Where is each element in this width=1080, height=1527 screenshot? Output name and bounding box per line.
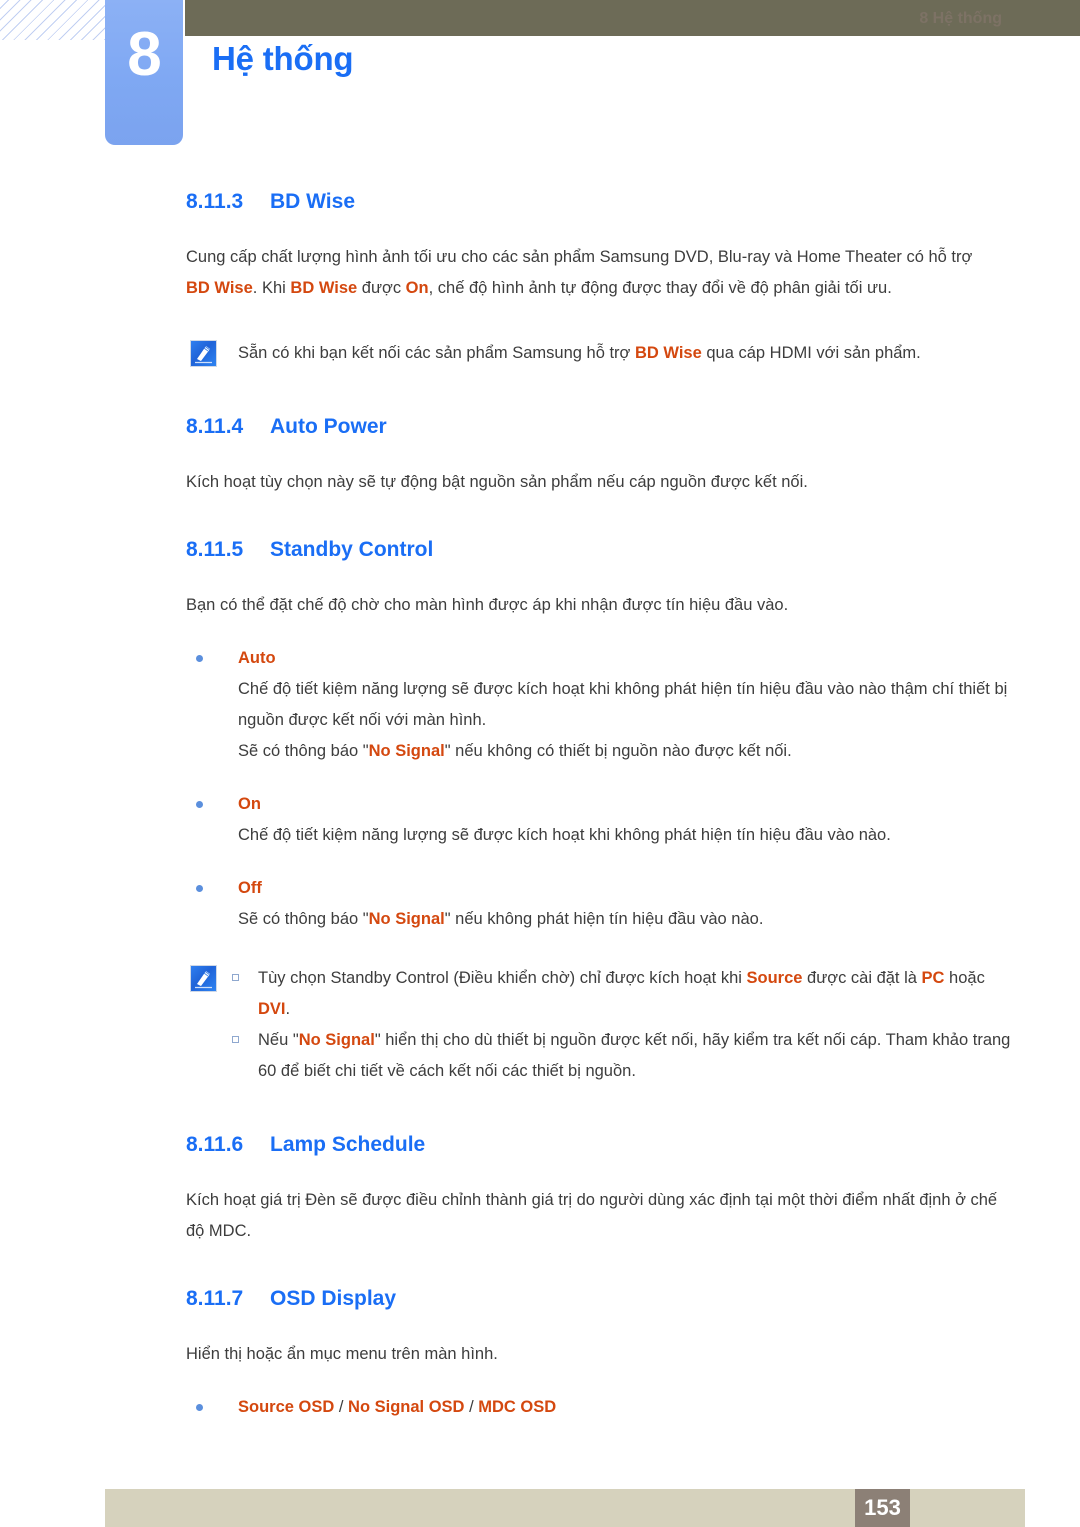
text-run: Sẽ có thông báo " [238,742,369,760]
section-heading-osd-display: 8.11.7 OSD Display [0,1287,1080,1311]
option-no-signal-osd: No Signal OSD [348,1398,465,1416]
text-run: qua cáp HDMI với sản phẩm. [701,344,921,362]
section-heading-lamp-schedule: 8.11.6 Lamp Schedule [0,1133,1080,1157]
section-number: 8.11.5 [186,538,244,561]
note-item-source: Tùy chọn Standby Control (Điều khiển chờ… [186,963,1020,1025]
hatch-pattern-decoration [0,0,105,40]
section-number: 8.11.7 [186,1287,244,1310]
paragraph-bd-wise: Cung cấp chất lượng hình ảnh tối ưu cho … [0,242,1080,304]
text-run: Nếu " [258,1031,299,1049]
page-header: 8 Hệ thống [0,0,1080,160]
section-title: BD Wise [270,190,355,213]
section-number: 8.11.3 [186,190,244,213]
list-item-off: Off [0,873,1080,904]
option-mdc-osd: MDC OSD [478,1398,557,1416]
text-run: . Khi [252,279,291,297]
keyword-on: On [405,279,429,297]
option-label-on: On [238,795,261,813]
description-auto-no-signal: Sẽ có thông báo "No Signal" nếu không có… [0,736,1080,767]
list-item-osd-options: Source OSD / No Signal OSD / MDC OSD [0,1392,1080,1423]
option-label-off: Off [238,879,262,897]
text-run: được [357,279,406,297]
note-block-standby: Tùy chọn Standby Control (Điều khiển chờ… [0,963,1080,1087]
paragraph-auto-power: Kích hoạt tùy chọn này sẽ tự động bật ng… [186,473,808,491]
section-heading-standby-control: 8.11.5 Standby Control [0,538,1080,562]
text-run: Tùy chọn Standby Control (Điều khiển chờ… [258,969,747,987]
list-item-on: On [0,789,1080,820]
separator: / [334,1398,349,1416]
chapter-title: Hệ thống [212,40,354,77]
square-bullet-icon [232,1036,239,1043]
keyword-pc: PC [921,969,945,987]
section-heading-bd-wise: 8.11.3 BD Wise [0,190,1080,214]
paragraph-lamp-schedule: Kích hoạt giá trị Đèn sẽ được điều chỉnh… [186,1191,998,1240]
keyword-bd-wise: BD Wise [290,279,358,297]
option-label-auto: Auto [238,649,276,667]
description-on: Chế độ tiết kiệm năng lượng sẽ được kích… [238,826,891,844]
description-off: Sẽ có thông báo "No Signal" nếu không ph… [0,904,1080,935]
note-item-no-signal: Nếu "No Signal" hiển thị cho dù thiết bị… [186,1025,1020,1087]
text-run: Sẵn có khi bạn kết nối các sản phẩm Sams… [238,344,635,362]
description-auto: Chế độ tiết kiệm năng lượng sẽ được kích… [238,680,1008,729]
footer-chapter-label: 8 Hệ thống [919,10,1002,27]
paragraph-standby-control: Bạn có thể đặt chế độ chờ cho màn hình đ… [186,596,789,614]
keyword-no-signal: No Signal [368,910,445,928]
section-number: 8.11.6 [186,1133,244,1156]
section-title: Auto Power [270,415,387,438]
page-number: 153 [864,1495,901,1520]
keyword-source: Source [746,969,803,987]
section-title: Standby Control [270,538,434,561]
text-run: " nếu không có thiết bị nguồn nào được k… [444,742,792,760]
paragraph-osd-display: Hiển thị hoặc ẩn mục menu trên màn hình. [186,1345,498,1363]
section-title: Lamp Schedule [270,1133,426,1156]
text-run: Sẽ có thông báo " [238,910,369,928]
note-pen-icon [190,340,217,367]
section-heading-auto-power: 8.11.4 Auto Power [0,415,1080,439]
chapter-number: 8 [127,20,161,89]
keyword-bd-wise: BD Wise [634,344,702,362]
text-run: " nếu không phát hiện tín hiệu đầu vào n… [444,910,764,928]
keyword-bd-wise: BD Wise [186,279,253,297]
square-bullet-icon [232,974,239,981]
section-title: OSD Display [270,1287,397,1310]
list-item-auto: Auto [0,643,1080,674]
note-block-bd-wise: Sẵn có khi bạn kết nối các sản phẩm Sams… [0,338,1080,369]
keyword-no-signal: No Signal [368,742,445,760]
text-run: được cài đặt là [802,969,922,987]
keyword-no-signal: No Signal [298,1031,375,1049]
separator: / [464,1398,479,1416]
section-number: 8.11.4 [186,415,244,438]
text-run: hoặc [944,969,985,987]
option-source-osd: Source OSD [238,1398,335,1416]
keyword-dvi: DVI [258,1000,286,1018]
bullet-dot-icon [196,655,203,662]
text-run: Cung cấp chất lượng hình ảnh tối ưu cho … [186,248,973,266]
bullet-dot-icon [196,885,203,892]
page-content: 8.11.3 BD Wise Cung cấp chất lượng hình ả… [0,190,1080,1423]
note-text-bd-wise: Sẵn có khi bạn kết nối các sản phẩm Sams… [186,338,1020,369]
bullet-dot-icon [196,1404,203,1411]
bullet-dot-icon [196,801,203,808]
text-run: , chế độ hình ảnh tự động được thay đổi … [428,279,892,297]
text-run: . [285,1000,291,1018]
